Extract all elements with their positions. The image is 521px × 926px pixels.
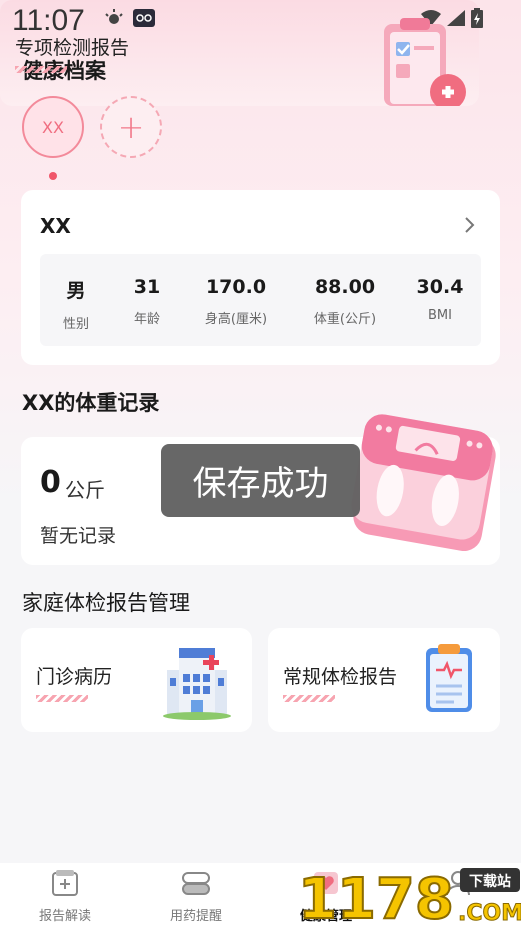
stat-weight-label: 体重(公斤) <box>313 312 377 327</box>
watermark-logo: 1178 下载站 .COM <box>296 862 521 926</box>
checklist-icon <box>378 10 468 110</box>
stat-weight: 88.00 体重(公斤) <box>300 276 390 327</box>
special-test-label: 专项检测报告 <box>15 37 130 59</box>
watermark-site-label: 下载站 <box>469 873 511 890</box>
stat-age-value: 31 <box>133 276 161 298</box>
add-member-button[interactable]: + <box>100 96 162 158</box>
profile-name: XX <box>40 214 71 238</box>
member-avatar-label: XX <box>42 117 64 137</box>
tab-report-interpretation-label: 报告解读 <box>38 909 91 924</box>
selected-indicator <box>49 172 57 180</box>
app-notification-icon <box>132 8 156 32</box>
stat-bmi: 30.4 BMI <box>395 276 485 323</box>
weight-value: 0 <box>40 465 61 500</box>
stat-height: 170.0 身高(厘米) <box>191 276 281 327</box>
weight-empty-text: 暂无记录 <box>40 525 117 547</box>
watermark-domain: .COM <box>458 901 521 926</box>
chevron-right-icon[interactable] <box>464 215 476 239</box>
tab-medication-reminder-label: 用药提醒 <box>169 909 222 924</box>
profile-card[interactable]: XX 男 性别 31 年龄 170.0 身高(厘米) 88.00 体重(公斤) … <box>21 190 500 365</box>
reports-section-title: 家庭体检报告管理 <box>22 591 190 615</box>
stat-bmi-label: BMI <box>428 308 452 323</box>
brightness-icon <box>104 8 124 32</box>
watermark-number: 1178 <box>298 867 454 926</box>
save-success-toast: 保存成功 <box>161 444 360 517</box>
decorative-stripe <box>15 66 67 73</box>
outpatient-record-label: 门诊病历 <box>36 666 113 688</box>
stat-age-label: 年龄 <box>133 312 160 327</box>
tab-report-interpretation[interactable]: 报告解读 <box>20 869 110 924</box>
member-avatar[interactable]: XX <box>22 96 84 158</box>
battery-icon <box>471 8 483 32</box>
tab-medication-reminder[interactable]: 用药提醒 <box>151 869 241 924</box>
stat-weight-value: 88.00 <box>314 276 376 298</box>
decorative-stripe <box>283 695 335 702</box>
routine-checkup-label: 常规体检报告 <box>283 666 398 688</box>
outpatient-record-card[interactable]: 门诊病历 <box>21 628 252 732</box>
stat-height-label: 身高(厘米) <box>204 312 268 327</box>
stat-height-value: 170.0 <box>205 276 267 298</box>
hospital-icon <box>161 640 233 724</box>
routine-checkup-card[interactable]: 常规体检报告 <box>268 628 500 732</box>
stat-age: 31 年龄 <box>102 276 192 327</box>
scale-icon <box>340 408 505 562</box>
profile-stats: 男 性别 31 年龄 170.0 身高(厘米) 88.00 体重(公斤) 30.… <box>40 254 481 346</box>
plus-icon: + <box>117 108 145 146</box>
decorative-stripe <box>36 695 88 702</box>
report-icon <box>20 869 110 901</box>
weight-section-title: XX的体重记录 <box>22 391 160 415</box>
weight-unit: 公斤 <box>65 478 105 502</box>
pill-icon <box>151 869 241 901</box>
stat-bmi-value: 30.4 <box>416 276 464 298</box>
clipboard-report-icon <box>420 640 476 720</box>
